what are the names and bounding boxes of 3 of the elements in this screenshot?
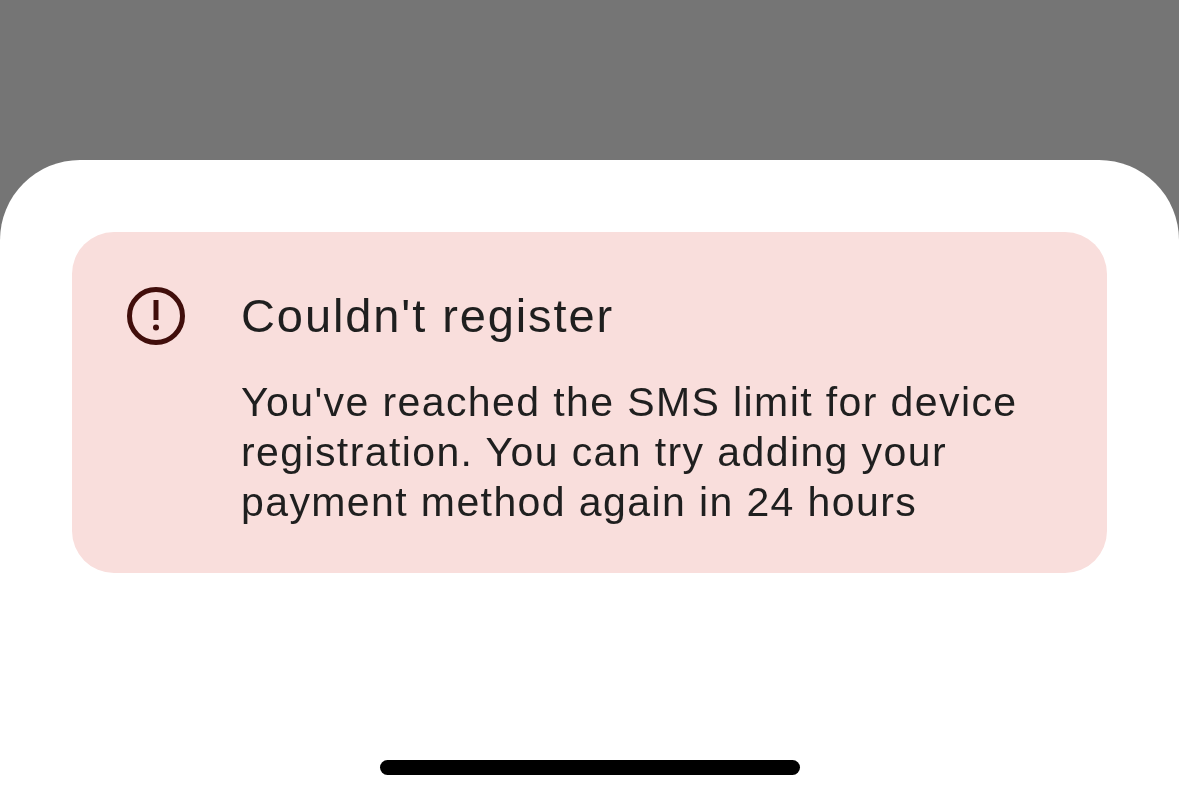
alert-message: You've reached the SMS limit for device registration. You can try adding your payment method again in 24 hours: [241, 378, 1019, 527]
alert-title: Couldn't register: [241, 288, 616, 344]
exclamation-circle-icon: [127, 287, 185, 345]
